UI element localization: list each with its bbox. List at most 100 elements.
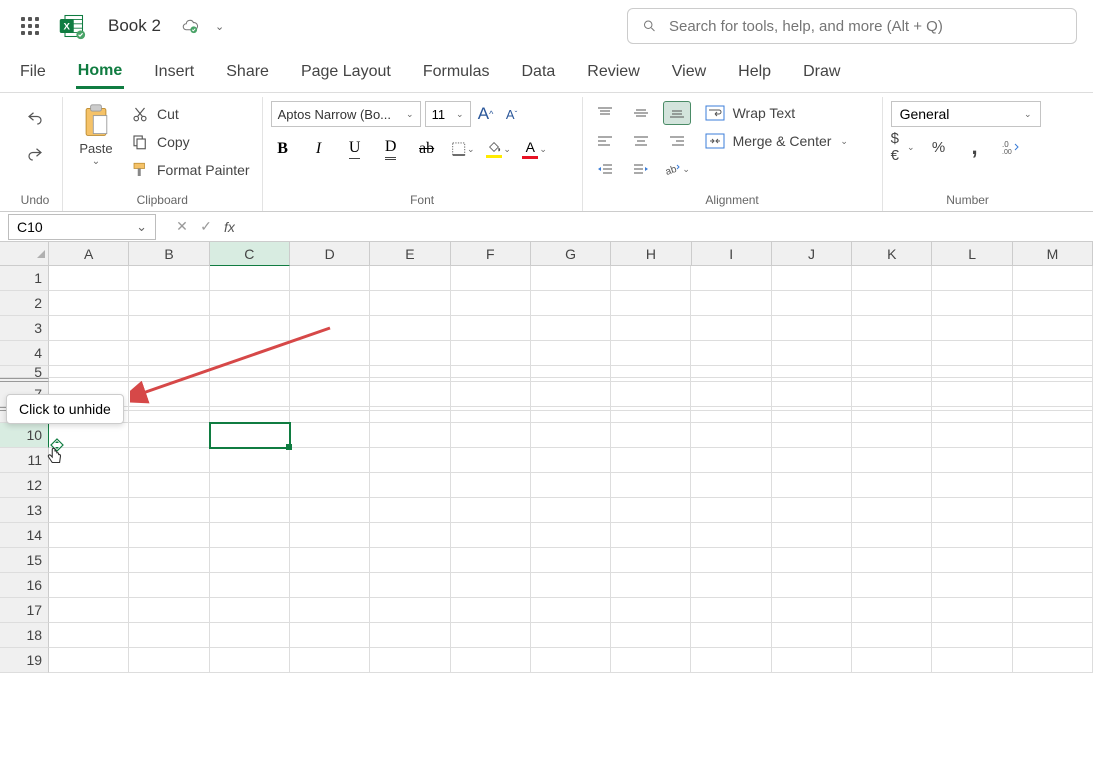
cell-C3[interactable] [210, 316, 290, 341]
cell-D5[interactable] [290, 366, 370, 378]
align-middle-button[interactable] [627, 101, 655, 125]
cell-D2[interactable] [290, 291, 370, 316]
row-header-11[interactable]: 11 [0, 448, 49, 473]
cell-E7[interactable] [370, 382, 450, 407]
row-header-4[interactable]: 4 [0, 341, 49, 366]
cell-J18[interactable] [772, 623, 852, 648]
cell-C5[interactable] [210, 366, 290, 378]
tab-draw[interactable]: Draw [801, 57, 842, 87]
cell-H15[interactable] [611, 548, 691, 573]
cell-D11[interactable] [290, 448, 370, 473]
cell-D10[interactable] [290, 423, 370, 448]
cell-L15[interactable] [932, 548, 1012, 573]
tab-help[interactable]: Help [736, 57, 773, 87]
cell-D13[interactable] [290, 498, 370, 523]
search-box[interactable] [627, 8, 1077, 44]
app-launcher-button[interactable] [16, 12, 44, 40]
accounting-format-button[interactable]: $€⌄ [891, 135, 915, 159]
cell-E15[interactable] [370, 548, 450, 573]
cell-D9[interactable] [290, 411, 370, 423]
cell-B11[interactable] [129, 448, 209, 473]
cell-I15[interactable] [691, 548, 771, 573]
cell-J5[interactable] [772, 366, 852, 378]
column-header-I[interactable]: I [692, 242, 772, 266]
cell-J11[interactable] [772, 448, 852, 473]
column-header-H[interactable]: H [611, 242, 691, 266]
cell-H10[interactable] [611, 423, 691, 448]
row-header-12[interactable]: 12 [0, 473, 49, 498]
cell-F11[interactable] [451, 448, 531, 473]
cell-F14[interactable] [451, 523, 531, 548]
cell-C9[interactable] [210, 411, 290, 423]
cell-F9[interactable] [451, 411, 531, 423]
row-header-10[interactable]: 10 [0, 423, 49, 448]
cell-J13[interactable] [772, 498, 852, 523]
cell-M19[interactable] [1013, 648, 1093, 673]
cut-button[interactable]: Cut [127, 103, 254, 125]
cell-E3[interactable] [370, 316, 450, 341]
cell-J16[interactable] [772, 573, 852, 598]
column-header-M[interactable]: M [1013, 242, 1093, 266]
cell-L2[interactable] [932, 291, 1012, 316]
cell-I7[interactable] [691, 382, 771, 407]
percent-format-button[interactable]: % [927, 135, 951, 159]
bold-button[interactable]: B [271, 137, 295, 161]
cell-D18[interactable] [290, 623, 370, 648]
column-header-C[interactable]: C [210, 242, 290, 266]
cell-K4[interactable] [852, 341, 932, 366]
cell-M18[interactable] [1013, 623, 1093, 648]
cell-C2[interactable] [210, 291, 290, 316]
cell-H12[interactable] [611, 473, 691, 498]
cell-L12[interactable] [932, 473, 1012, 498]
cell-G14[interactable] [531, 523, 611, 548]
cell-J2[interactable] [772, 291, 852, 316]
cell-C14[interactable] [210, 523, 290, 548]
cell-C4[interactable] [210, 341, 290, 366]
cell-H7[interactable] [611, 382, 691, 407]
cell-K12[interactable] [852, 473, 932, 498]
row-header-1[interactable]: 1 [0, 266, 49, 291]
cell-H17[interactable] [611, 598, 691, 623]
cell-C18[interactable] [210, 623, 290, 648]
cell-H13[interactable] [611, 498, 691, 523]
cell-A14[interactable] [49, 523, 129, 548]
cell-M11[interactable] [1013, 448, 1093, 473]
cell-H18[interactable] [611, 623, 691, 648]
title-dropdown-icon[interactable]: ⌄ [215, 20, 224, 33]
cell-F2[interactable] [451, 291, 531, 316]
cell-C19[interactable] [210, 648, 290, 673]
cell-I18[interactable] [691, 623, 771, 648]
cell-M16[interactable] [1013, 573, 1093, 598]
orientation-button[interactable]: ab⌄ [663, 157, 691, 181]
row-header-16[interactable]: 16 [0, 573, 49, 598]
format-painter-button[interactable]: Format Painter [127, 159, 254, 181]
cell-A3[interactable] [49, 316, 129, 341]
cell-G1[interactable] [531, 266, 611, 291]
cell-L7[interactable] [932, 382, 1012, 407]
cell-E16[interactable] [370, 573, 450, 598]
cell-A17[interactable] [49, 598, 129, 623]
paste-button[interactable]: Paste ⌄ [71, 101, 121, 191]
cell-M2[interactable] [1013, 291, 1093, 316]
copy-button[interactable]: Copy [127, 131, 254, 153]
search-input[interactable] [669, 18, 1062, 35]
cell-E18[interactable] [370, 623, 450, 648]
cell-J15[interactable] [772, 548, 852, 573]
cell-I19[interactable] [691, 648, 771, 673]
cell-B4[interactable] [129, 341, 209, 366]
row-header-5[interactable]: 5 [0, 366, 49, 378]
cell-C12[interactable] [210, 473, 290, 498]
cell-A15[interactable] [49, 548, 129, 573]
select-all-button[interactable] [0, 242, 49, 266]
row-header-13[interactable]: 13 [0, 498, 49, 523]
fx-icon[interactable]: fx [224, 219, 235, 235]
cell-I10[interactable] [691, 423, 771, 448]
font-size-dropdown[interactable]: 11⌄ [425, 101, 471, 127]
wrap-text-button[interactable]: Wrap Text [703, 103, 850, 123]
undo-button[interactable] [22, 105, 48, 131]
column-header-F[interactable]: F [451, 242, 531, 266]
cell-B18[interactable] [129, 623, 209, 648]
cell-B15[interactable] [129, 548, 209, 573]
cell-B13[interactable] [129, 498, 209, 523]
cell-D4[interactable] [290, 341, 370, 366]
